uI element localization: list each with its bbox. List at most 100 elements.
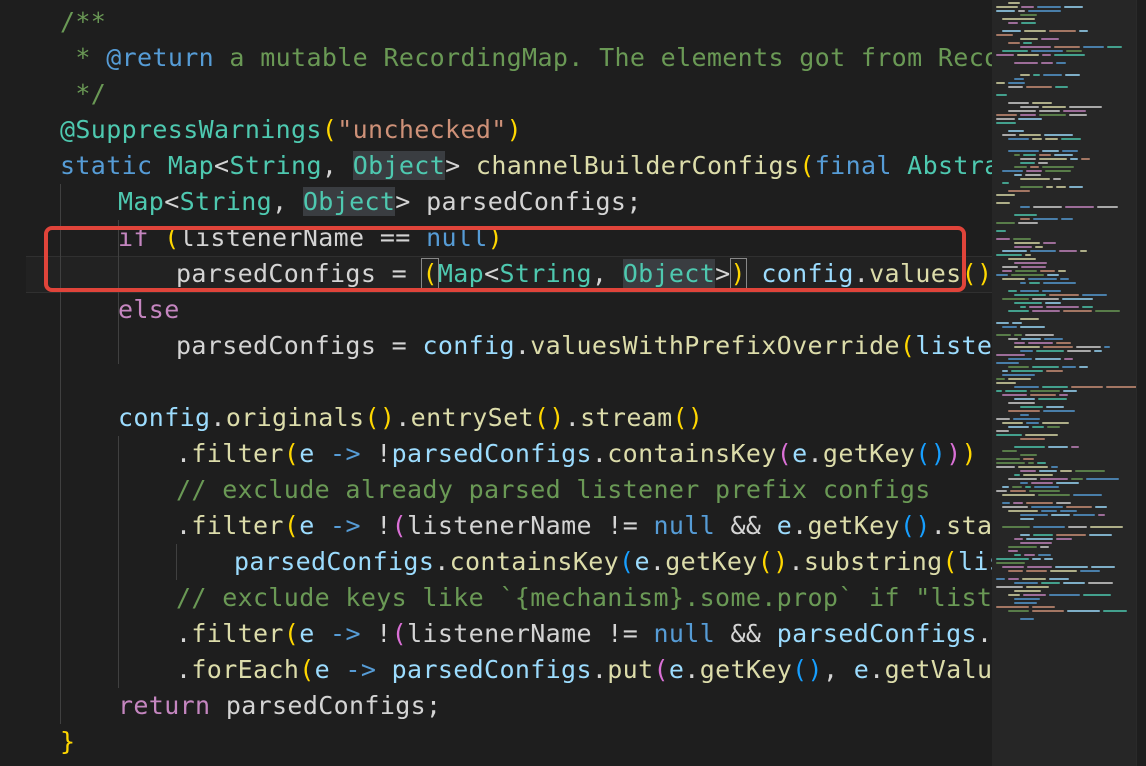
code-line[interactable]: config.originals().entrySet().stream() — [118, 400, 703, 436]
minimap-code-line — [1020, 438, 1045, 440]
code-token: ( — [653, 655, 669, 684]
minimap-code-line — [1002, 486, 1009, 488]
minimap-code-line — [1029, 306, 1043, 308]
minimap-code-line — [1002, 170, 1023, 172]
minimap-code-line — [1090, 526, 1123, 528]
code-line[interactable]: Map<String, Object> parsedConfigs; — [118, 184, 642, 220]
minimap-code-line — [1033, 534, 1053, 536]
code-line[interactable]: parsedConfigs = config.valuesWithPrefixO… — [176, 328, 992, 364]
code-line[interactable]: .filter(e -> !parsedConfigs.containsKey(… — [176, 436, 992, 472]
minimap-code-line — [1027, 566, 1052, 568]
code-token: listenerName — [407, 511, 592, 540]
minimap-code-line — [1021, 266, 1046, 268]
code-line[interactable]: /** — [60, 4, 106, 40]
minimap-code-line — [1045, 138, 1058, 140]
minimap-code-line — [1063, 582, 1085, 584]
minimap-code-line — [1043, 282, 1076, 284]
code-editor[interactable]: /** * @return a mutable RecordingMap. Th… — [0, 0, 992, 766]
code-token: String — [179, 187, 273, 216]
minimap-code-line — [1060, 510, 1077, 512]
minimap-code-line — [1107, 46, 1122, 48]
minimap-code-line — [1002, 566, 1024, 568]
minimap-code-line — [1030, 250, 1056, 252]
minimap-code-line — [1053, 178, 1061, 180]
minimap-code-line — [1047, 274, 1059, 276]
minimap-code-line — [1048, 446, 1068, 448]
code-token: getKey — [665, 547, 758, 576]
minimap-code-line — [1038, 162, 1048, 164]
minimap-code-line — [1008, 546, 1037, 548]
minimap-code-line — [1020, 14, 1037, 16]
minimap-code-line — [996, 390, 1002, 392]
code-token: ; — [626, 187, 642, 216]
code-line[interactable]: } — [60, 724, 75, 760]
minimap-code-line — [1002, 278, 1025, 280]
minimap[interactable] — [992, 0, 1146, 766]
minimap-code-line — [1055, 566, 1088, 568]
code-line[interactable]: else — [118, 292, 180, 328]
minimap-code-line — [1026, 502, 1053, 504]
minimap-code-line — [1008, 190, 1030, 192]
code-line[interactable]: .filter(e -> !(listenerName != null && e… — [176, 508, 992, 544]
minimap-code-line — [1070, 158, 1078, 160]
minimap-code-line — [996, 238, 1010, 240]
minimap-code-line — [1062, 298, 1093, 300]
minimap-code-line — [1008, 150, 1039, 152]
vertical-scrollbar[interactable] — [1136, 0, 1146, 766]
minimap-code-line — [1020, 350, 1033, 352]
minimap-code-line — [1020, 282, 1026, 284]
code-line[interactable]: // exclude keys like `{mechanism}.some.p… — [176, 580, 992, 616]
minimap-code-line — [1064, 358, 1073, 360]
minimap-code-line — [1013, 238, 1031, 240]
minimap-code-line — [1056, 62, 1066, 64]
minimap-code-line — [1011, 370, 1043, 372]
minimap-code-line — [1042, 106, 1066, 108]
minimap-code-line — [1008, 578, 1019, 580]
code-token: /** — [60, 7, 107, 36]
code-token: () — [533, 403, 565, 432]
code-line[interactable]: // exclude already parsed listener prefi… — [176, 472, 931, 508]
minimap-code-line — [1042, 386, 1068, 388]
minimap-code-line — [1023, 594, 1046, 596]
minimap-code-line — [1046, 186, 1053, 188]
minimap-code-line — [1032, 426, 1044, 428]
code-token: -> — [314, 439, 377, 468]
minimap-code-line — [1014, 214, 1037, 216]
code-token: e — [299, 619, 315, 648]
code-line[interactable]: */ — [60, 76, 106, 112]
minimap-code-line — [1014, 598, 1040, 600]
code-line[interactable]: @SuppressWarnings("unchecked") — [60, 112, 522, 148]
minimap-code-line — [996, 434, 1022, 436]
code-token: . — [434, 547, 450, 576]
code-token: . — [792, 511, 808, 540]
code-token: } — [60, 727, 76, 756]
code-line[interactable]: * @return a mutable RecordingMap. The el… — [60, 40, 992, 76]
minimap-code-line — [996, 10, 1015, 12]
code-token: ) — [506, 115, 523, 144]
code-line[interactable]: return parsedConfigs; — [118, 688, 441, 724]
code-line[interactable]: .forEach(e -> parsedConfigs.put(e.getKey… — [176, 652, 992, 688]
minimap-code-line — [1026, 86, 1052, 88]
code-token: @return — [106, 43, 215, 72]
minimap-code-line — [1060, 470, 1072, 472]
minimap-code-line — [1026, 586, 1049, 588]
minimap-code-line — [996, 94, 1007, 96]
minimap-code-line — [1097, 206, 1118, 208]
minimap-code-line — [1088, 582, 1113, 584]
minimap-code-line — [1020, 158, 1036, 160]
code-line[interactable]: .filter(e -> !(listenerName != null && p… — [176, 616, 992, 652]
minimap-code-line — [1002, 494, 1035, 496]
minimap-code-line — [1008, 402, 1035, 404]
code-token: null — [653, 619, 716, 648]
minimap-code-line — [1020, 326, 1045, 328]
minimap-code-line — [1020, 414, 1029, 416]
minimap-code-line — [1060, 278, 1069, 280]
code-token: // e — [977, 439, 992, 468]
minimap-code-line — [1020, 454, 1037, 456]
minimap-code-line — [1039, 158, 1067, 160]
code-token: channelBuilderConfigs — [475, 151, 800, 180]
code-line[interactable]: parsedConfigs.containsKey(e.getKey().sub… — [234, 544, 992, 580]
code-line[interactable]: static Map<String, Object> channelBuilde… — [60, 148, 992, 184]
minimap-code-line — [1008, 426, 1029, 428]
code-token: . — [395, 403, 411, 432]
